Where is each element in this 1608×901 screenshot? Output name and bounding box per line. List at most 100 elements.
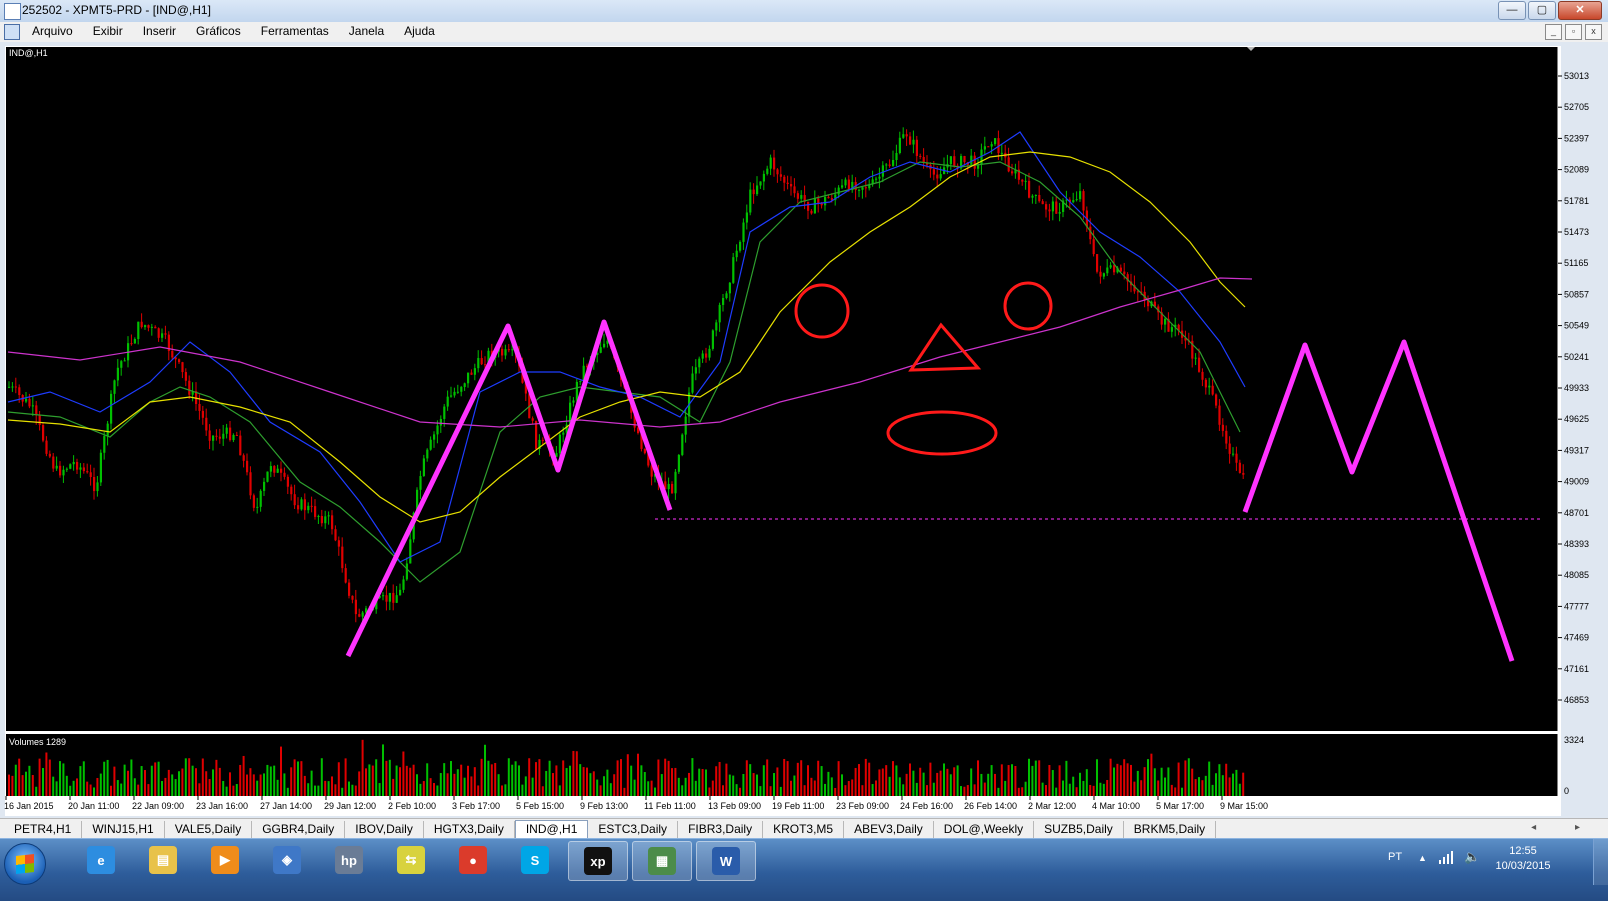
close-button[interactable]: ✕ xyxy=(1558,1,1602,20)
volume-bar xyxy=(116,780,119,796)
candle-body xyxy=(902,134,905,138)
candle-body xyxy=(171,350,174,358)
taskbar-app-word[interactable]: W xyxy=(696,841,756,881)
volume-bar xyxy=(1215,773,1217,796)
tab-winj15-h1[interactable]: WINJ15,H1 xyxy=(82,821,165,839)
tab-ggbr4-daily[interactable]: GGBR4,Daily xyxy=(252,821,346,839)
tab-petr4-h1[interactable]: PETR4,H1 xyxy=(4,821,83,839)
tab-abev3-daily[interactable]: ABEV3,Daily xyxy=(844,821,934,839)
candle-body xyxy=(164,333,167,335)
word-icon: W xyxy=(712,847,740,875)
tab-brkm5-daily[interactable]: BRKM5,Daily xyxy=(1124,821,1217,839)
candle-body xyxy=(892,160,895,166)
volume-bar xyxy=(623,787,626,796)
volume-bar xyxy=(915,782,918,796)
time-label: 20 Jan 11:00 xyxy=(68,801,119,811)
candle-body xyxy=(1055,201,1058,214)
tab-krot3-m5[interactable]: KROT3,M5 xyxy=(763,821,845,839)
price-label: 51781 xyxy=(1564,196,1589,206)
taskbar-app-chrome[interactable]: ● xyxy=(444,841,502,879)
volume-bar xyxy=(943,763,945,796)
minimize-button[interactable]: — xyxy=(1498,1,1526,20)
tab-vale5-daily[interactable]: VALE5,Daily xyxy=(165,821,253,839)
menu-ajuda[interactable]: Ajuda xyxy=(404,24,435,38)
volume-bar xyxy=(1174,787,1177,796)
candle-body xyxy=(300,499,303,510)
candle-body xyxy=(456,391,459,393)
taskbar-app-network[interactable]: ◈ xyxy=(258,841,316,879)
taskbar-app-metatrader[interactable]: ▦ xyxy=(632,841,692,881)
menu-graficos[interactable]: Gráficos xyxy=(196,24,241,38)
tab-hgtx3-daily[interactable]: HGTX3,Daily xyxy=(424,821,515,839)
volume-bar xyxy=(426,763,429,796)
tab-scroll-arrows[interactable]: ◂ ▸ xyxy=(1531,822,1598,833)
price-label: 52397 xyxy=(1564,133,1589,143)
volume-bar xyxy=(235,784,238,796)
tab-dol-weekly[interactable]: DOL@,Weekly xyxy=(934,821,1035,839)
volume-speaker-icon[interactable]: 🔈 xyxy=(1464,849,1480,865)
volume-bar xyxy=(382,744,384,796)
mdi-restore-button[interactable]: ▫ xyxy=(1565,24,1582,40)
price-label: 47469 xyxy=(1564,633,1589,643)
maximize-button[interactable]: ▢ xyxy=(1528,1,1556,20)
volume-bar xyxy=(314,785,316,796)
volume-bar xyxy=(922,772,925,796)
candle-body xyxy=(773,157,776,170)
taskbar-app-folder[interactable]: ▤ xyxy=(134,841,192,879)
show-desktop-button[interactable] xyxy=(1593,839,1608,885)
taskbar-app-xp[interactable]: xp xyxy=(568,841,628,881)
taskbar-app-hp[interactable]: hp xyxy=(320,841,378,879)
mdi-minimize-button[interactable]: _ xyxy=(1545,24,1562,40)
volume-bar xyxy=(252,774,255,796)
tab-estc3-daily[interactable]: ESTC3,Daily xyxy=(588,821,679,839)
candle-body xyxy=(341,546,344,569)
volume-bar xyxy=(977,760,979,796)
volume-bar xyxy=(983,782,986,796)
network-signal-icon[interactable] xyxy=(1438,849,1454,865)
language-indicator[interactable]: PT xyxy=(1388,851,1402,863)
price-chart[interactable]: IND@,H1 Volumes 1289 53013 52705 52397 5208… xyxy=(0,42,1608,818)
volume-bar xyxy=(110,785,112,796)
menu-bar: Arquivo Exibir Inserir Gráficos Ferramen… xyxy=(0,22,1608,43)
volume-bar xyxy=(1130,764,1132,796)
candle-body xyxy=(361,612,364,617)
price-label: 49933 xyxy=(1564,383,1589,393)
candle-body xyxy=(477,358,480,369)
show-hidden-icons-icon[interactable]: ▲ xyxy=(1418,853,1427,863)
volume-bar xyxy=(38,758,41,796)
menu-janela[interactable]: Janela xyxy=(349,24,384,38)
volume-bar xyxy=(405,765,408,796)
app-icon xyxy=(4,3,21,20)
volume-bar xyxy=(89,784,92,796)
menu-exibir[interactable]: Exibir xyxy=(93,24,123,38)
mdi-close-button[interactable]: x xyxy=(1585,24,1602,40)
time-label: 16 Jan 2015 xyxy=(4,801,54,811)
candle-body xyxy=(252,495,255,508)
volume-bar xyxy=(174,779,177,796)
candle-body xyxy=(1198,357,1201,372)
menu-inserir[interactable]: Inserir xyxy=(143,24,176,38)
taskbar-app-sync[interactable]: ⇆ xyxy=(382,841,440,879)
tab-ind-h1[interactable]: IND@,H1 xyxy=(514,820,589,839)
volume-bar xyxy=(178,771,180,796)
candle-body xyxy=(1079,191,1082,200)
candle-body xyxy=(307,505,310,511)
taskbar-app-internet-explorer[interactable]: e xyxy=(72,841,130,879)
candle-body xyxy=(280,468,283,473)
time-label: 13 Feb 09:00 xyxy=(708,801,761,811)
candle-body xyxy=(290,486,293,495)
start-button[interactable] xyxy=(4,843,46,885)
volume-bar xyxy=(514,761,517,796)
tab-suzb5-daily[interactable]: SUZB5,Daily xyxy=(1034,821,1124,839)
menu-ferramentas[interactable]: Ferramentas xyxy=(261,24,329,38)
tab-ibov-daily[interactable]: IBOV,Daily xyxy=(345,821,424,839)
tab-fibr3-daily[interactable]: FIBR3,Daily xyxy=(678,821,764,839)
volume-bar xyxy=(1068,783,1071,796)
candle-body xyxy=(1102,273,1105,277)
clock[interactable]: 12:55 10/03/2015 xyxy=(1488,844,1558,874)
menu-arquivo[interactable]: Arquivo xyxy=(32,24,73,38)
taskbar-app-skype[interactable]: S xyxy=(506,841,564,879)
volume-bar xyxy=(963,786,966,796)
candle-body xyxy=(511,349,514,351)
taskbar-app-media-player[interactable]: ▶ xyxy=(196,841,254,879)
